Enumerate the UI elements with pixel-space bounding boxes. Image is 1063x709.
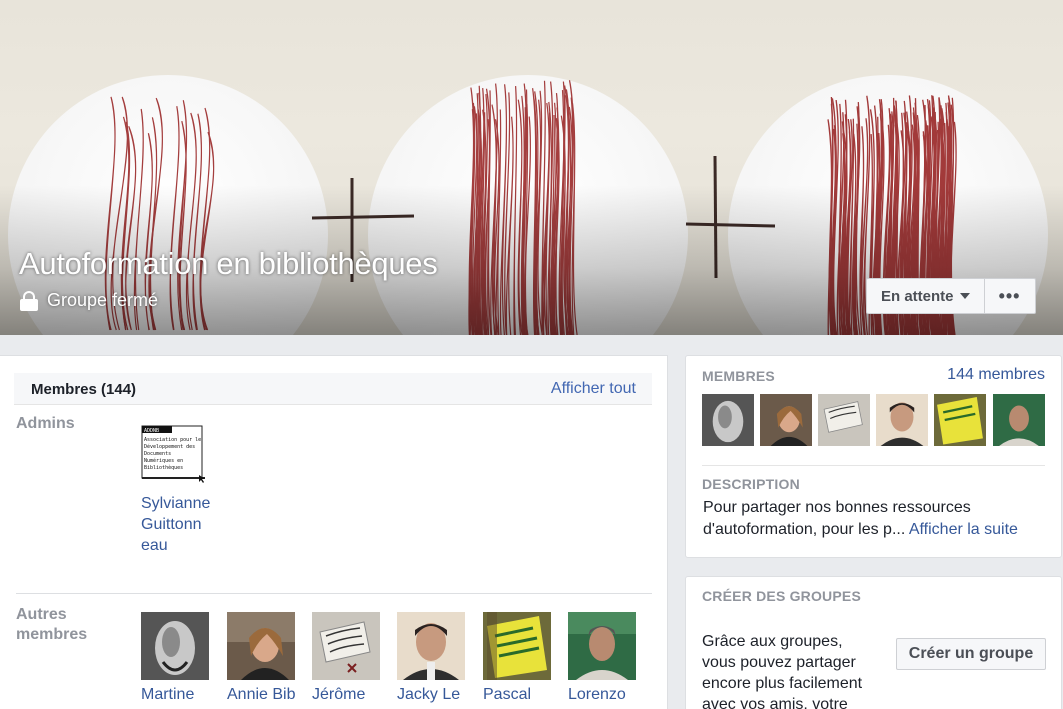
lock-icon xyxy=(20,290,38,311)
svg-text:ADDNB: ADDNB xyxy=(144,428,159,434)
member-name[interactable]: Pascal xyxy=(483,684,551,705)
admins-label: Admins xyxy=(16,415,75,432)
svg-text:Numériques en: Numériques en xyxy=(144,457,183,464)
member-photo[interactable] xyxy=(483,612,551,680)
more-options-button[interactable]: ••• xyxy=(984,278,1036,314)
create-group-button[interactable]: Créer un groupe xyxy=(896,638,1046,670)
members-heading: MEMBRES xyxy=(702,368,775,384)
pending-label: En attente xyxy=(881,287,954,305)
member-card[interactable]: Annie Bib xyxy=(227,612,296,705)
pending-button[interactable]: En attente xyxy=(866,278,985,314)
group-title[interactable]: Autoformation en bibliothèques xyxy=(19,246,438,282)
admin-avatar[interactable]: ADDNB Association pour le Développement … xyxy=(141,425,209,483)
group-privacy: Groupe fermé xyxy=(20,290,158,311)
member-photo[interactable] xyxy=(397,612,465,680)
member-thumb[interactable] xyxy=(760,394,812,446)
member-card[interactable]: Martine xyxy=(141,612,209,705)
member-name[interactable]: Annie Bib xyxy=(227,684,296,705)
group-cover-photo: Autoformation en bibliothèques Groupe fe… xyxy=(0,0,1063,335)
svg-text:Documents: Documents xyxy=(144,451,171,457)
member-name[interactable]: Jacky Le xyxy=(397,684,465,705)
member-photo[interactable] xyxy=(141,612,209,680)
see-all-link[interactable]: Afficher tout xyxy=(551,380,636,398)
sidebar-members-card: MEMBRES 144 membres DESCRIPTION Pour par… xyxy=(685,355,1062,558)
member-name[interactable]: Martine xyxy=(141,684,209,705)
member-photo[interactable] xyxy=(312,612,380,680)
member-thumb[interactable] xyxy=(818,394,870,446)
sidebar-separator xyxy=(702,465,1045,466)
member-thumb[interactable] xyxy=(934,394,986,446)
member-thumb[interactable] xyxy=(876,394,928,446)
members-header: Membres (144) Afficher tout xyxy=(14,373,652,405)
caret-down-icon xyxy=(959,293,970,299)
svg-text:Bibliothèques: Bibliothèques xyxy=(144,464,183,471)
svg-text:Développement des: Développement des xyxy=(144,443,195,450)
members-count-link[interactable]: 144 membres xyxy=(947,366,1045,384)
member-card[interactable]: Jacky Le xyxy=(397,612,465,705)
description-heading: DESCRIPTION xyxy=(702,476,800,492)
other-members-label: Autres membres xyxy=(16,606,88,643)
member-card[interactable]: Lorenzo xyxy=(568,612,636,705)
show-more-link[interactable]: Afficher la suite xyxy=(909,521,1018,538)
member-name[interactable]: Jérôme xyxy=(312,684,380,705)
members-title: Membres (144) xyxy=(31,381,137,398)
addnb-logo: ADDNB Association pour le Développement … xyxy=(141,425,205,483)
member-name[interactable]: Lorenzo xyxy=(568,684,636,705)
cover-actions: En attente ••• xyxy=(866,278,1036,314)
member-thumb[interactable] xyxy=(702,394,754,446)
member-photo[interactable] xyxy=(568,612,636,680)
create-groups-heading: CRÉER DES GROUPES xyxy=(702,588,861,604)
create-groups-text: Grâce aux groupes, vous pouvez partager … xyxy=(702,633,863,709)
member-thumb[interactable] xyxy=(993,394,1045,446)
group-description: Pour partager nos bonnes ressources d'au… xyxy=(703,499,1018,538)
privacy-label: Groupe fermé xyxy=(47,290,159,310)
create-groups-card: CRÉER DES GROUPES Grâce aux groupes, vou… xyxy=(685,576,1062,709)
admin-name[interactable]: Sylvianne Guittonn eau xyxy=(141,493,221,556)
member-card[interactable]: Pascal xyxy=(483,612,551,705)
member-card[interactable]: Jérôme xyxy=(312,612,380,705)
members-divider xyxy=(16,593,652,594)
svg-text:Association pour le: Association pour le xyxy=(144,437,201,443)
member-photo[interactable] xyxy=(227,612,295,680)
